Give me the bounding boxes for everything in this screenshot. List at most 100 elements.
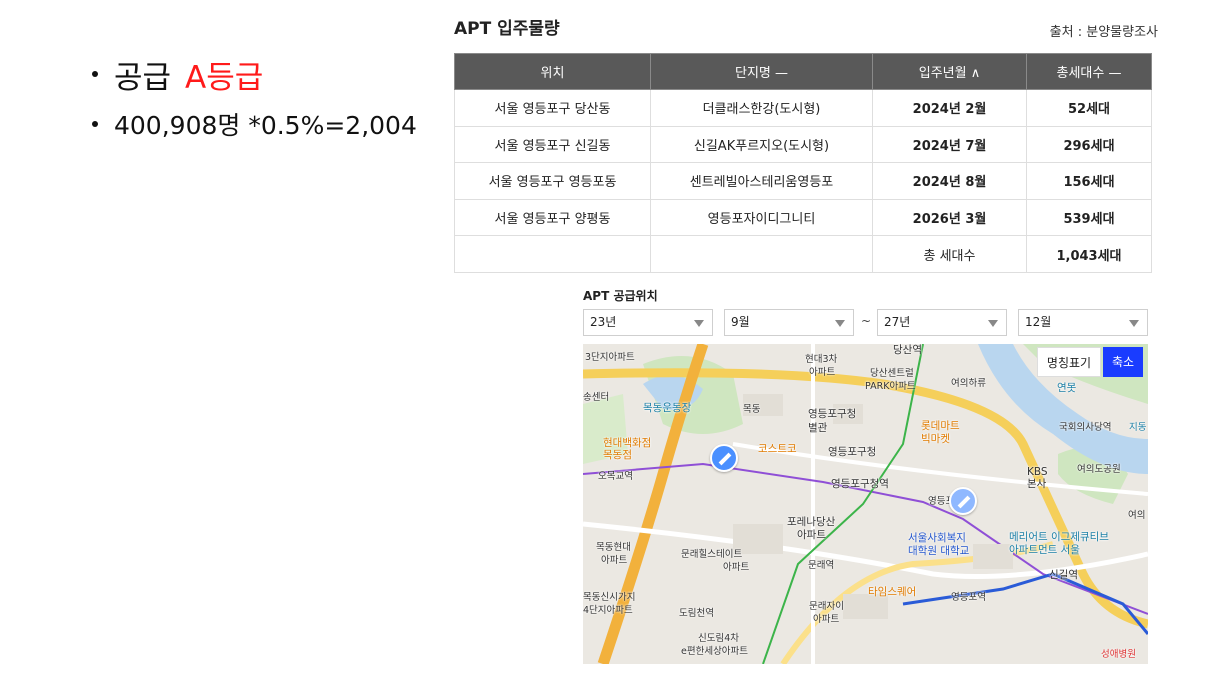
- map-label: 목동점: [603, 449, 632, 461]
- map-label: 영등포구청역: [831, 478, 889, 490]
- table-header-row: 위치 단지명 — 입주년월 ∧ 총세대수 —: [454, 53, 1152, 90]
- map-label: 여의: [1128, 510, 1146, 521]
- map-label: 본사: [1027, 478, 1047, 490]
- cell-complex: 더클래스한강(도시형): [650, 89, 873, 127]
- summary-bullets: 공급 A등급 400,908명 *0.5%=2,004: [92, 52, 417, 146]
- map-label: 신도림4차: [698, 633, 740, 644]
- map-label: 아파트: [723, 562, 750, 573]
- triangle-down-icon: [835, 320, 845, 327]
- from-year-select[interactable]: 23년: [583, 309, 713, 336]
- bullet-dot-icon: [92, 71, 98, 77]
- from-month-select[interactable]: 9월: [724, 309, 854, 336]
- map-label: 성애병원: [1101, 649, 1136, 660]
- map-label: 문래힐스테이트: [681, 549, 743, 560]
- map-label: 목동신시가지: [583, 592, 636, 603]
- name-toggle-button[interactable]: 명칭표기: [1037, 347, 1101, 377]
- map-label: 목동운동장: [643, 402, 692, 414]
- map-label: 아파트: [797, 529, 826, 541]
- to-month-select[interactable]: 12월: [1018, 309, 1148, 336]
- total-label: 총 세대수: [872, 235, 1027, 273]
- cell-households: 296세대: [1026, 125, 1152, 164]
- map-label: 빅마켓: [921, 433, 950, 445]
- triangle-down-icon: [1129, 320, 1139, 327]
- to-month-value: 12월: [1025, 315, 1052, 329]
- cell-households: 156세대: [1026, 162, 1152, 200]
- supply-map[interactable]: 3단지아파트 송센터 목동운동장 목동 현대백화점 목동점 오목교역 코스트코 …: [583, 344, 1148, 664]
- cell-complex: 센트레빌아스테리움영등포: [650, 162, 873, 200]
- table-row: 서울 영등포구 신길동 신길AK푸르지오(도시형) 2024년 7월 296세대: [454, 125, 1152, 164]
- cell-location: 서울 영등포구 당산동: [454, 89, 651, 127]
- map-label: 대학원 대학교: [908, 545, 970, 557]
- bullet-calc: 400,908명 *0.5%=2,004: [92, 102, 417, 146]
- map-label: 롯데마트: [921, 420, 960, 432]
- map-label: 영등포구청: [828, 446, 877, 458]
- map-label: 현대3차: [805, 354, 838, 365]
- map-label: 메리어트 이그제큐티브: [1009, 531, 1109, 543]
- map-label: 4단지아파트: [583, 605, 633, 616]
- apt-table: 위치 단지명 — 입주년월 ∧ 총세대수 — 서울 영등포구 당산동 더클래스한…: [454, 53, 1152, 273]
- zoom-out-button[interactable]: 축소: [1103, 347, 1143, 377]
- triangle-down-icon: [988, 320, 998, 327]
- header-households[interactable]: 총세대수 —: [1026, 53, 1152, 90]
- map-label: 당산센트럴: [870, 368, 914, 379]
- bullet-dot-icon: [92, 121, 98, 127]
- cell-complex: 신길AK푸르지오(도시형): [650, 125, 873, 164]
- map-label: KBS: [1027, 466, 1048, 478]
- map-label: 별관: [808, 422, 828, 434]
- map-label: 포레나당산: [787, 516, 836, 528]
- bullet-supply: 공급 A등급: [92, 52, 417, 96]
- cell-location: 서울 영등포구 신길동: [454, 125, 651, 164]
- map-label: 국회의사당역: [1059, 422, 1112, 433]
- source-note: 출처 : 분양물량조사: [1049, 25, 1158, 40]
- map-label: 문래역: [808, 560, 835, 571]
- total-value: 1,043세대: [1026, 235, 1152, 273]
- cell-households: 52세대: [1026, 89, 1152, 127]
- map-label: 영등포역: [951, 592, 986, 603]
- map-label: 도림천역: [679, 608, 714, 619]
- map-label: 목동현대: [596, 542, 631, 553]
- map-label: 아파트: [601, 555, 628, 566]
- header-move-in[interactable]: 입주년월 ∧: [872, 53, 1027, 90]
- header-location[interactable]: 위치: [454, 53, 651, 90]
- map-label: 3단지아파트: [585, 352, 635, 363]
- cell-move-in: 2024년 2월: [872, 89, 1027, 127]
- table-row: 서울 영등포구 양평동 영등포자이디그니티 2026년 3월 539세대: [454, 198, 1152, 237]
- cell-move-in: 2024년 7월: [872, 125, 1027, 164]
- location-section-title: APT 공급위치: [583, 289, 658, 303]
- map-label: 신길역: [1049, 569, 1078, 581]
- map-label: 당산역: [893, 344, 922, 356]
- cell-move-in: 2026년 3월: [872, 198, 1027, 237]
- map-label: 지동: [1129, 422, 1147, 433]
- calc-text: 400,908명 *0.5%=2,004: [114, 111, 417, 140]
- range-tilde: ~: [861, 314, 872, 328]
- to-year-value: 27년: [884, 315, 911, 329]
- map-label: 서울사회복지: [908, 532, 966, 544]
- cell-complex: 영등포자이디그니티: [650, 198, 873, 237]
- from-month-value: 9월: [731, 315, 750, 329]
- map-label: 송센터: [583, 392, 610, 403]
- to-year-select[interactable]: 27년: [877, 309, 1007, 336]
- map-label: 연못: [1057, 382, 1077, 394]
- table-row: 서울 영등포구 영등포동 센트레빌아스테리움영등포 2024년 8월 156세대: [454, 162, 1152, 200]
- hammer-marker-icon[interactable]: [949, 487, 977, 515]
- map-label: 여의도공원: [1077, 464, 1121, 475]
- map-label: 여의하류: [951, 378, 986, 389]
- cell-empty: [650, 235, 873, 273]
- map-label: e편한세상아파트: [681, 646, 749, 657]
- cell-location: 서울 영등포구 양평동: [454, 198, 651, 237]
- from-year-value: 23년: [590, 315, 617, 329]
- apt-section-title: APT 입주물량: [454, 19, 560, 39]
- map-label: 현대백화점: [603, 437, 652, 449]
- map-label: 목동: [743, 404, 761, 415]
- map-label: 문래자이: [809, 601, 844, 612]
- hammer-marker-icon[interactable]: [710, 444, 738, 472]
- table-total-row: 총 세대수 1,043세대: [454, 235, 1152, 273]
- cell-households: 539세대: [1026, 198, 1152, 237]
- map-label: 오목교역: [598, 471, 633, 482]
- cell-location: 서울 영등포구 영등포동: [454, 162, 651, 200]
- map-label: 영등포구청: [808, 408, 857, 420]
- triangle-down-icon: [694, 320, 704, 327]
- map-label: PARK아파트: [865, 381, 916, 392]
- cell-move-in: 2024년 8월: [872, 162, 1027, 200]
- header-complex[interactable]: 단지명 —: [650, 53, 873, 90]
